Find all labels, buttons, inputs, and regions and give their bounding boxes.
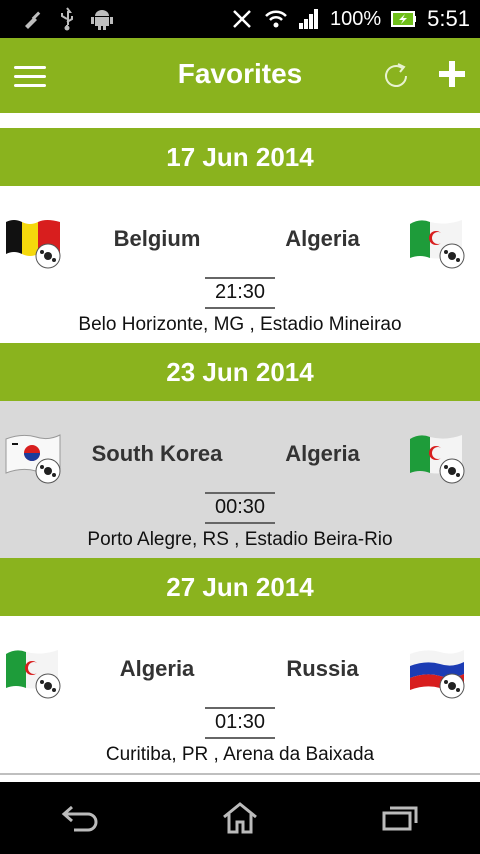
system-icons: 100% 5:51: [230, 6, 470, 32]
home-team: South Korea: [91, 441, 223, 466]
match-venue: Belo Horizonte, MG , Estadio Mineirao: [78, 314, 402, 335]
notification-icons: [22, 7, 114, 31]
away-team: Russia: [286, 656, 359, 681]
algeria-flag-icon: [410, 220, 465, 269]
clock: 5:51: [427, 6, 470, 31]
away-team: Algeria: [285, 226, 360, 251]
home-team: Algeria: [119, 656, 195, 681]
recent-apps-button[interactable]: [370, 793, 430, 843]
home-team: Belgium: [113, 226, 201, 251]
broom-icon: [25, 11, 41, 29]
home-icon: [223, 802, 257, 834]
usb-icon: [61, 7, 73, 31]
android-icon: [91, 10, 113, 30]
algeria-flag-icon: [410, 435, 465, 484]
match-time: 21:30: [0, 277, 480, 309]
add-icon[interactable]: [436, 58, 468, 90]
refresh-icon[interactable]: [380, 60, 412, 92]
wifi-icon: [265, 10, 287, 28]
match-time: 01:30: [0, 707, 480, 739]
date-header: 17 Jun 2014: [0, 128, 480, 186]
match-venue: Porto Alegre, RS , Estadio Beira-Rio: [87, 529, 393, 550]
match-venue: Curitiba, PR , Arena da Baixada: [105, 744, 375, 765]
recent-apps-icon: [382, 806, 418, 831]
home-button[interactable]: [210, 793, 270, 843]
list-divider: [0, 773, 480, 775]
signal-icon: [299, 9, 319, 29]
favorites-list[interactable]: 17 Jun 2014 Belgium Algeria 21:30 Belo H…: [0, 113, 480, 782]
back-icon: [61, 805, 98, 832]
status-bar: 100% 5:51: [0, 0, 480, 38]
match-row[interactable]: Belgium Algeria 21:30 Belo Horizonte, MG…: [0, 186, 480, 343]
battery-charging-icon: [391, 11, 417, 27]
date-header: 23 Jun 2014: [0, 343, 480, 401]
away-team: Algeria: [285, 441, 360, 466]
nfc-icon: [233, 10, 251, 28]
back-button[interactable]: [50, 793, 110, 843]
action-bar: Favorites: [0, 38, 480, 113]
date-header: 27 Jun 2014: [0, 558, 480, 616]
battery-percent: 100%: [330, 7, 382, 30]
match-row[interactable]: Algeria Russia 01:30 Curitiba, PR , Aren…: [0, 616, 480, 773]
match-time: 00:30: [0, 492, 480, 524]
russia-flag-icon: [410, 650, 465, 699]
navigation-bar: [0, 782, 480, 854]
match-row[interactable]: South Korea Algeria 00:30 Porto Alegre, …: [0, 401, 480, 558]
